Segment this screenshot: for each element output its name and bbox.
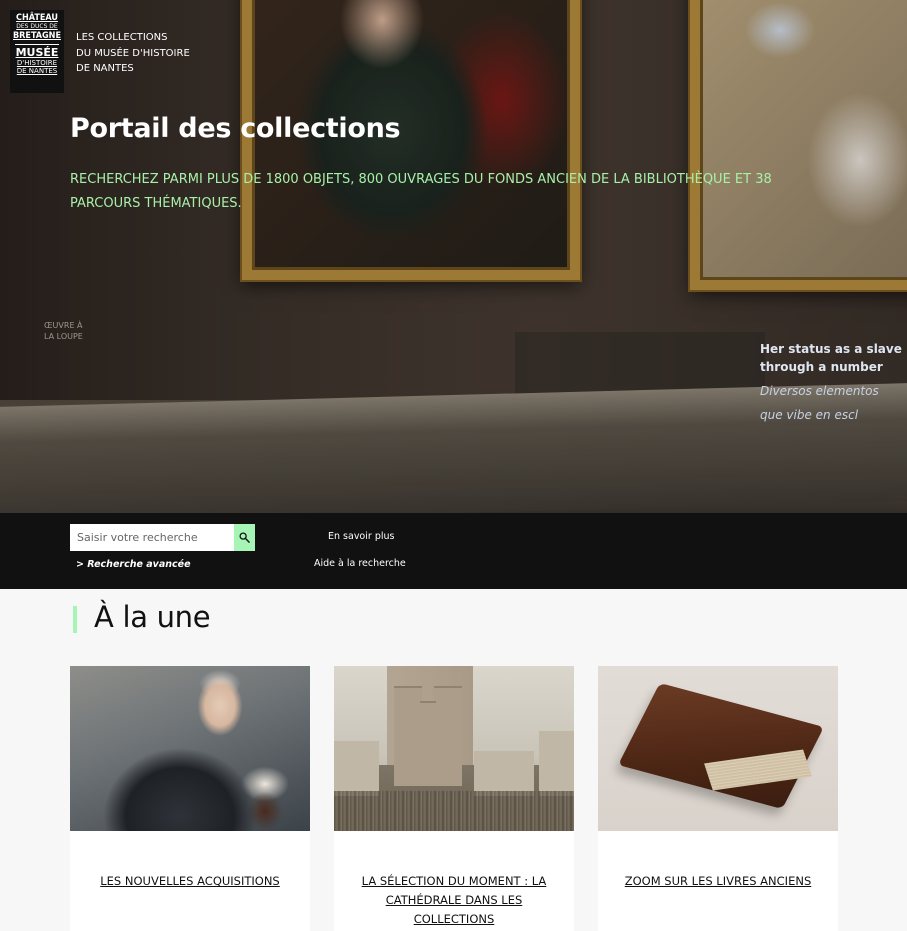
card-image-book	[598, 666, 838, 831]
exhibit-sign-right: Her status as a slave through a number D…	[760, 340, 907, 424]
logo-text-line: CHÂTEAU	[16, 13, 58, 23]
exhibit-sign-text: que vibe en escl	[760, 408, 859, 422]
hero-banner: ŒUVRE À LA LOUPE Her status as a slave t…	[0, 0, 907, 513]
site-name: LES COLLECTIONS DU MUSÉE D'HISTOIRE DE N…	[76, 30, 246, 77]
search-input[interactable]	[70, 524, 234, 551]
cathedral-tower	[394, 686, 422, 786]
cathedral-facade	[420, 701, 436, 786]
logo-text-line: MUSÉE	[15, 46, 59, 59]
card-image-cathedral	[334, 666, 574, 831]
book	[618, 683, 824, 809]
section-title: À la une	[94, 600, 211, 634]
exhibit-sign-text: Diversos elementos	[760, 384, 879, 398]
card-old-books[interactable]: ZOOM SUR LES LIVRES ANCIENS	[598, 666, 838, 931]
learn-more-link[interactable]: En savoir plus	[328, 531, 394, 542]
exhibit-sign-text: Her status as a slave	[760, 342, 902, 356]
cathedral-tower	[434, 686, 462, 786]
site-name-line: LES COLLECTIONS	[76, 32, 168, 43]
search-help-link[interactable]: Aide à la recherche	[314, 558, 406, 569]
section-accent-bar	[73, 606, 77, 633]
exhibit-sign-text: through a number	[760, 360, 883, 374]
search-button[interactable]	[234, 524, 255, 551]
museum-logo[interactable]: CHÂTEAU DES DUCS DE BRETAGNE MUSÉE D'HIS…	[10, 10, 64, 93]
building	[474, 751, 534, 796]
card-image-portrait	[70, 666, 310, 831]
logo-text-line: D'HISTOIRE	[16, 59, 58, 67]
card-cathedral-selection[interactable]: LA SÉLECTION DU MOMENT : LA CATHÉDRALE D…	[334, 666, 574, 931]
card-new-acquisitions[interactable]: LES NOUVELLES ACQUISITIONS	[70, 666, 310, 931]
site-name-line: DE NANTES	[76, 63, 134, 74]
crowd	[334, 791, 574, 831]
card-caption: ZOOM SUR LES LIVRES ANCIENS	[624, 874, 812, 888]
hero-subtitle: RECHERCHEZ PARMI PLUS DE 1800 OBJETS, 80…	[70, 172, 772, 211]
logo-text-line: BRETAGNE	[13, 31, 61, 41]
site-name-line: DU MUSÉE D'HISTOIRE	[76, 47, 190, 59]
logo-text-line: DE NANTES	[16, 67, 58, 75]
search-icon	[239, 532, 250, 543]
advanced-search-link[interactable]: > Recherche avancée	[76, 559, 191, 570]
logo-text-line: DES DUCS DE	[16, 23, 58, 30]
card-caption: LA SÉLECTION DU MOMENT : LA CATHÉDRALE D…	[361, 874, 547, 926]
building	[539, 731, 574, 796]
page-title: Portail des collections	[70, 113, 401, 144]
logo-divider	[15, 44, 59, 45]
exhibit-sign-left: ŒUVRE À LA LOUPE	[44, 321, 83, 341]
card-caption: LES NOUVELLES ACQUISITIONS	[100, 874, 280, 888]
building	[334, 741, 379, 796]
